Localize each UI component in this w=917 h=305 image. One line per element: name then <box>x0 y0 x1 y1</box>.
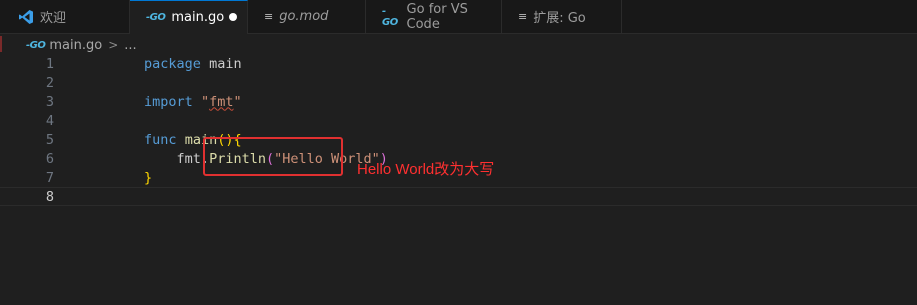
annotation-text: Hello World改为大写 <box>357 161 495 178</box>
code-line: 1 package main <box>0 54 917 73</box>
go-icon: -GO <box>146 12 166 23</box>
line-number: 8 <box>45 188 54 205</box>
import-path: fmt <box>209 93 234 110</box>
keyword-import: import <box>144 93 193 110</box>
tab-label: 扩展: Go <box>533 11 586 26</box>
tab-label: go.mod <box>279 9 329 24</box>
line-number: 3 <box>45 93 54 110</box>
unsaved-dot-icon[interactable] <box>229 13 237 21</box>
line-number: 1 <box>45 55 54 72</box>
tab-go-mod[interactable]: ≡ go.mod <box>248 0 366 33</box>
lines-icon: ≡ <box>518 10 528 23</box>
package-name: main <box>200 55 242 72</box>
vscode-window: 欢迎 -GO main.go ≡ go.mod -GO Go for VS Co… <box>0 0 917 305</box>
code-line-current: 8 <box>0 187 917 206</box>
annotation-highlight-box <box>203 137 343 176</box>
tab-go-for-vscode[interactable]: -GO Go for VS Code <box>366 0 502 33</box>
line-number: 4 <box>45 112 54 129</box>
tab-welcome[interactable]: 欢迎 <box>0 0 130 33</box>
code-line: 3 import "fmt" <box>0 92 917 111</box>
tab-label: main.go <box>171 10 225 25</box>
line-number: 6 <box>45 150 54 167</box>
line-number: 5 <box>45 131 54 148</box>
editor-tab-bar: 欢迎 -GO main.go ≡ go.mod -GO Go for VS Co… <box>0 0 917 34</box>
code-editor[interactable]: 1 package main 2 3 import "fmt" 4 5 func… <box>0 54 917 305</box>
vscode-icon <box>18 9 34 25</box>
tab-extension-go[interactable]: ≡ 扩展: Go <box>502 0 622 33</box>
keyword-package: package <box>144 55 201 72</box>
tab-main-go[interactable]: -GO main.go <box>130 0 248 34</box>
line-number: 2 <box>45 74 54 91</box>
string-quote: " <box>192 93 210 110</box>
string-quote: " <box>233 93 242 110</box>
lines-icon: ≡ <box>264 10 274 23</box>
go-icon: -GO <box>26 39 46 51</box>
tab-label: 欢迎 <box>40 11 67 26</box>
close-brace: } <box>144 169 153 186</box>
tab-label: Go for VS Code <box>406 1 468 32</box>
line-number: 7 <box>45 169 54 186</box>
go-icon: -GO <box>382 5 398 28</box>
